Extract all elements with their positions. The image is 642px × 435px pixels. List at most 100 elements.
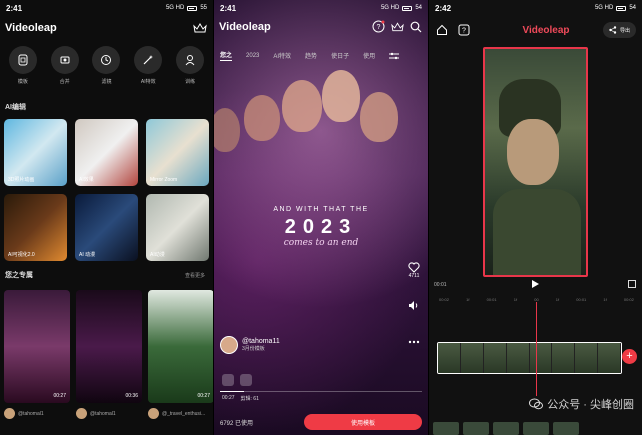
tab-daily[interactable]: 使日子 (331, 51, 349, 60)
ai-tile[interactable]: AI动漫 (146, 194, 209, 261)
playback-time: 00:27 剪辑: 61 (222, 395, 259, 402)
use-count: 6792 已使用 (220, 420, 254, 427)
author-name: @tahomal1 (18, 410, 44, 417)
signal-indicator: 5G HD (594, 5, 614, 11)
template-meta-icons (222, 374, 252, 386)
share-icon (609, 26, 617, 34)
tile-caption: 3D照片动画 (8, 177, 35, 183)
play-button[interactable] (532, 280, 539, 288)
tool-merge[interactable]: 合并 (45, 46, 85, 85)
tab-trend[interactable]: 趋势 (305, 51, 317, 60)
help-icon[interactable]: ? (372, 20, 385, 33)
ai-tile[interactable]: AI效果 (75, 119, 138, 186)
svg-text:?: ? (377, 24, 381, 31)
layers-icon[interactable] (222, 374, 234, 386)
tab-foryou[interactable]: 您之 (220, 50, 233, 61)
thumbnail[interactable] (523, 422, 549, 435)
person-figure (322, 70, 360, 122)
signal-indicator: 5G HD (165, 5, 185, 11)
tool-label: 训练 (185, 79, 196, 85)
project-card[interactable]: 00:36 (76, 290, 142, 403)
playhead[interactable] (536, 302, 537, 396)
tab-2023[interactable]: 2023 (246, 53, 259, 59)
creator-name: @tahoma11 (242, 338, 280, 345)
status-bar: 2:42 5G HD 54 (429, 0, 642, 16)
heart-icon (408, 262, 420, 273)
home-icon (437, 24, 447, 35)
project-card[interactable]: 00:27 (4, 290, 70, 403)
editor-screen: 2:42 5G HD 54 ? Videoleap 导出 00:01 00:02… (429, 0, 642, 435)
export-label: 导出 (619, 27, 630, 34)
watermark-text: 公众号 · 尖峰创圈 (547, 399, 634, 411)
ai-effect-icon (143, 55, 154, 65)
clip-frame (506, 343, 530, 373)
status-bar: 2:41 5G HD 54 (214, 0, 428, 16)
author-row: @tahomal1 @tahomal1 @_travel_enthusi... (4, 408, 213, 419)
thumbnail[interactable] (553, 422, 579, 435)
time-current: 00:27 (222, 395, 235, 401)
ai-tile[interactable]: AI可视化2.0 (4, 194, 67, 261)
crown-icon[interactable] (391, 21, 404, 32)
use-template-button[interactable]: 使用模板 (304, 414, 422, 430)
video-preview[interactable] (483, 47, 588, 277)
battery-icon (187, 5, 198, 11)
help-icon: ? (458, 24, 470, 36)
ai-tile[interactable]: 3D照片动画 (4, 119, 67, 186)
author-chip[interactable]: @tahomal1 (4, 408, 70, 419)
thumbnail[interactable] (493, 422, 519, 435)
thumbnail[interactable] (463, 422, 489, 435)
ai-tile[interactable]: Mirror Zoom (146, 119, 209, 186)
progress-fill (220, 391, 245, 392)
merge-icon (60, 56, 70, 64)
mute-action[interactable] (408, 300, 420, 311)
ruler-tick: 00:01 (576, 297, 587, 302)
like-action[interactable]: 4711 (408, 262, 420, 279)
ai-tile[interactable]: AI 动漫 (75, 194, 138, 261)
tool-train[interactable]: 训练 (170, 46, 210, 85)
sliders-icon[interactable] (389, 52, 400, 60)
export-button[interactable]: 导出 (602, 22, 636, 38)
more-action[interactable] (408, 340, 420, 344)
person-figure (214, 108, 240, 152)
tool-filter[interactable]: 滤镜 (86, 46, 126, 85)
filter-icon (101, 55, 112, 65)
ruler-tick: 1f (513, 297, 518, 302)
tile-caption: AI可视化2.0 (8, 252, 35, 258)
home-header: Videoleap (5, 22, 207, 34)
creator-info[interactable]: @tahoma11 3月份模板 (220, 336, 280, 354)
tool-ai-effect[interactable]: AI特效 (128, 46, 168, 85)
playback-progress[interactable] (220, 391, 422, 392)
music-icon[interactable] (240, 374, 252, 386)
author-chip[interactable]: @_travel_enthusi... (148, 408, 213, 419)
projects-section-title: 您之专属 (5, 272, 33, 279)
home-button[interactable] (435, 23, 449, 37)
thumbnail[interactable] (433, 422, 459, 435)
crown-icon[interactable] (193, 23, 207, 33)
person-figure (282, 80, 322, 132)
tool-label: AI特效 (140, 79, 156, 85)
help-button[interactable]: ? (457, 23, 471, 37)
author-chip[interactable]: @tahomal1 (76, 408, 142, 419)
tool-label: 模板 (17, 79, 28, 85)
app-brand: Videoleap (5, 22, 57, 34)
battery-level: 54 (415, 5, 422, 11)
add-clip-button[interactable]: + (622, 349, 637, 364)
see-all-link[interactable]: 查看更多 (185, 272, 205, 279)
project-card[interactable]: 00:27 (148, 290, 213, 403)
search-icon[interactable] (410, 21, 422, 33)
tile-caption: AI效果 (79, 177, 94, 183)
tool-template[interactable]: 模板 (3, 46, 43, 85)
video-clip-track[interactable] (437, 342, 622, 374)
tab-ai[interactable]: AI特效 (273, 51, 291, 60)
overlay-caption: AND WITH THAT THE (273, 206, 369, 213)
bottom-thumbnails (433, 422, 642, 435)
ruler-tick: 00:01 (486, 297, 497, 302)
tab-use[interactable]: 使用 (363, 51, 375, 60)
person-figure (360, 92, 398, 142)
clip-frame (575, 343, 599, 373)
template-screen: 2:41 5G HD 54 Videoleap ? 您之 2023 AI特效 趋… (214, 0, 428, 435)
fullscreen-icon[interactable] (628, 280, 636, 288)
wechat-icon (529, 398, 544, 410)
tile-caption: Mirror Zoom (150, 177, 178, 183)
editor-title: Videoleap (522, 24, 570, 36)
